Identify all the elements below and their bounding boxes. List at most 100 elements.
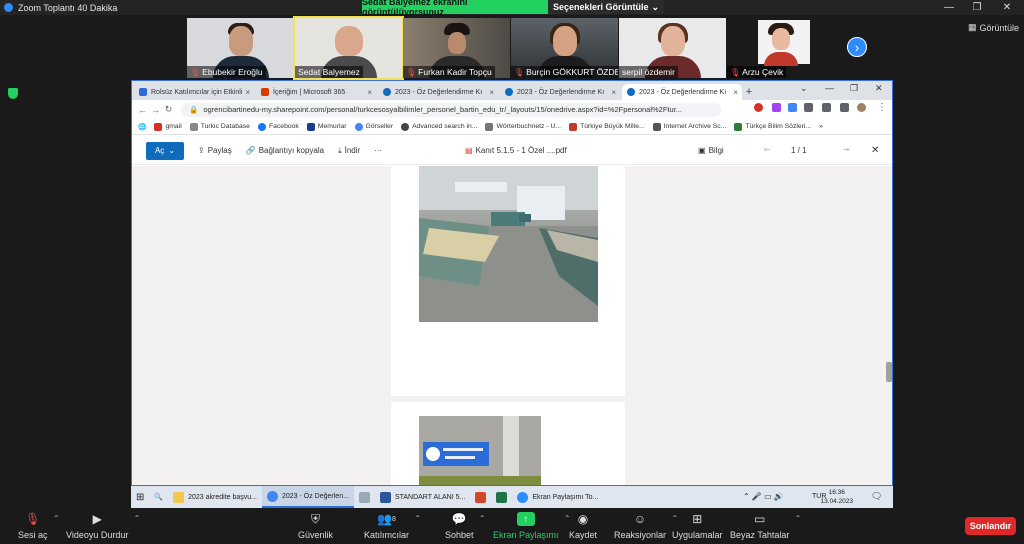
- close-viewer-icon[interactable]: ✕: [871, 145, 879, 156]
- bookmark-item[interactable]: Turkic Database: [189, 122, 250, 131]
- tab-search-icon[interactable]: ⌄: [800, 83, 808, 94]
- chat-caret-icon[interactable]: ⌃: [479, 514, 486, 523]
- bookmark-item[interactable]: Türkiye Büyük Mille...: [569, 122, 645, 131]
- taskbar-item-active[interactable]: 2023 - Öz Değerlen...: [262, 486, 354, 508]
- previous-page-icon[interactable]: ⇤: [764, 145, 771, 154]
- minimize-icon[interactable]: —: [934, 0, 964, 15]
- browser-tab[interactable]: İçeriğim | Microsoft 365 ×: [256, 84, 376, 100]
- system-clock[interactable]: 16:36 13.04.2023: [820, 488, 853, 506]
- unmute-button[interactable]: 🎙 Sesi aç ⌃: [18, 512, 60, 540]
- participant-body: [763, 52, 798, 66]
- participants-caret-icon[interactable]: ⌃: [414, 514, 421, 523]
- browser-tab[interactable]: 2023 - Öz Değerlendirme Kı ×: [500, 84, 620, 100]
- bookmark-item[interactable]: Facebook: [257, 122, 299, 131]
- audio-options-caret-icon[interactable]: ⌃: [53, 514, 60, 523]
- close-icon[interactable]: ✕: [875, 83, 883, 94]
- side-panel-icon[interactable]: [840, 103, 849, 112]
- reactions-button[interactable]: ☺ Reaksiyonlar ⌃: [614, 512, 678, 540]
- app-icon: [358, 491, 370, 503]
- menu-kebab-icon[interactable]: ⋮: [877, 102, 887, 113]
- translate-extension-icon[interactable]: [788, 103, 797, 112]
- reload-icon[interactable]: ↻: [162, 104, 175, 115]
- view-button[interactable]: ▦ Görüntüle: [968, 22, 1019, 33]
- taskbar-item[interactable]: [491, 486, 512, 508]
- record-button[interactable]: ◉ Kaydet: [569, 512, 597, 540]
- participants-button[interactable]: 👥 8 Katılımcılar ⌃: [364, 512, 421, 540]
- open-button[interactable]: Aç ⌄: [146, 141, 184, 160]
- participant-name-label: Sedat Balyemez: [295, 66, 363, 78]
- browser-tab[interactable]: 2023 - Öz Değerlendirme Kı ×: [378, 84, 498, 100]
- bookmark-item[interactable]: Görseller: [354, 122, 393, 131]
- video-options-caret-icon[interactable]: ⌃: [134, 514, 141, 523]
- whiteboard-caret-icon[interactable]: ⌃: [795, 514, 802, 523]
- tab-close-icon[interactable]: ×: [367, 88, 372, 97]
- bookmark-item[interactable]: Advanced search in...: [401, 122, 477, 131]
- more-actions-button[interactable]: ···: [374, 146, 382, 155]
- share-button[interactable]: ⇪ Paylaş: [198, 146, 232, 155]
- zoom-logo-icon: [4, 3, 13, 12]
- pdf-viewer[interactable]: [132, 166, 892, 485]
- restore-icon[interactable]: ❐: [850, 83, 858, 94]
- security-button[interactable]: ⛨ Güvenlik: [298, 512, 333, 541]
- tab-close-icon[interactable]: ×: [611, 88, 616, 97]
- copy-link-button[interactable]: 🔗 Bağlantıyı kopyala: [246, 146, 324, 155]
- tab-close-icon[interactable]: ×: [245, 88, 250, 97]
- scrollbar-thumb[interactable]: [886, 362, 892, 382]
- pen-extension-icon[interactable]: [772, 103, 781, 112]
- more-bookmarks-icon[interactable]: »: [819, 123, 823, 130]
- extensions-puzzle-icon[interactable]: [804, 103, 813, 112]
- browser-tab-active[interactable]: 2023 - Öz Değerlendirme Kı ×: [622, 84, 742, 100]
- next-page-icon[interactable]: ⇥: [843, 145, 850, 154]
- participant-tile[interactable]: 🎙Burçin GÖKKURT ÖZDEMİR: [511, 18, 618, 78]
- taskbar-item[interactable]: [354, 486, 375, 508]
- apps-button[interactable]: ⊞ Uygulamalar: [672, 512, 723, 540]
- taskbar-item[interactable]: STANDART ALANI 5...: [375, 486, 470, 508]
- tab-close-icon[interactable]: ×: [489, 88, 494, 97]
- whiteboards-button[interactable]: ▭ Beyaz Tahtalar ⌃: [730, 512, 801, 540]
- search-icon[interactable]: 🔍: [149, 486, 168, 508]
- taskbar-item[interactable]: [470, 486, 491, 508]
- participant-face: [228, 26, 253, 56]
- opera-extension-icon[interactable]: [754, 103, 763, 112]
- taskbar-item[interactable]: 2023 akredite başvu...: [168, 486, 262, 508]
- new-tab-button[interactable]: +: [742, 84, 756, 100]
- close-icon[interactable]: ✕: [992, 0, 1022, 15]
- next-page-button[interactable]: ›: [847, 37, 867, 57]
- view-options-button[interactable]: Seçenekleri Görüntüle ⌄: [548, 0, 664, 14]
- encryption-shield-icon[interactable]: [8, 88, 18, 99]
- apps-icon: ⊞: [692, 512, 703, 526]
- bookmark-item[interactable]: Türkçe Bilim Sözleri...: [734, 122, 811, 131]
- end-meeting-button[interactable]: Sonlandır: [965, 517, 1016, 535]
- chat-button[interactable]: 💬 Sohbet ⌃: [445, 512, 486, 540]
- participant-face: [447, 32, 466, 54]
- address-bar[interactable]: 🔒 ogrencibartinedu-my.sharepoint.com/per…: [181, 102, 721, 117]
- share-screen-button[interactable]: ↑ Ekran Paylaşımı ⌃: [493, 512, 571, 540]
- info-button[interactable]: ▣ Bilgi: [698, 146, 724, 155]
- profile-avatar[interactable]: [857, 103, 866, 112]
- bookmark-item[interactable]: Wörterbuchnetz - U...: [485, 122, 561, 131]
- download-icon[interactable]: [822, 103, 831, 112]
- participant-tile[interactable]: 🎙 Arzu Çevik: [727, 18, 834, 78]
- maximize-icon[interactable]: ❐: [962, 0, 992, 15]
- browser-tab[interactable]: Rolsüz Katılımcılar için Etkinli ×: [134, 84, 254, 100]
- notifications-icon[interactable]: 🗨: [871, 491, 882, 502]
- participant-tile[interactable]: 🎙 Furkan Kadir Topçu: [403, 18, 510, 78]
- bookmark-item[interactable]: gmail: [154, 122, 182, 131]
- tray-icons[interactable]: ⌃ 🎤 ▭ 🔊: [743, 492, 784, 501]
- windows-start-icon[interactable]: ⊞: [131, 486, 149, 508]
- participant-tile[interactable]: 🎙 Ebubekir Eroğlu: [187, 18, 294, 78]
- taskbar-item[interactable]: Ekran Paylaşımı To...: [512, 486, 603, 508]
- share-icon: ⇪: [198, 146, 205, 155]
- forward-icon[interactable]: →: [149, 105, 162, 115]
- tab-close-icon[interactable]: ×: [733, 88, 738, 97]
- download-button[interactable]: ⤓ İndir: [338, 146, 360, 156]
- onedrive-icon: [505, 88, 513, 96]
- participant-tile-active-speaker[interactable]: Sedat Balyemez: [293, 16, 404, 80]
- bookmark-item[interactable]: Memurlar: [306, 122, 347, 131]
- record-icon: ◉: [577, 512, 589, 526]
- participant-tile[interactable]: serpil özdemir: [619, 18, 726, 78]
- bookmark-item[interactable]: Internet Archive Sc...: [652, 122, 726, 131]
- back-icon[interactable]: ←: [136, 105, 149, 115]
- stop-video-button[interactable]: ▶ Videoyu Durdur ⌃: [66, 512, 140, 540]
- minimize-icon[interactable]: —: [825, 83, 834, 93]
